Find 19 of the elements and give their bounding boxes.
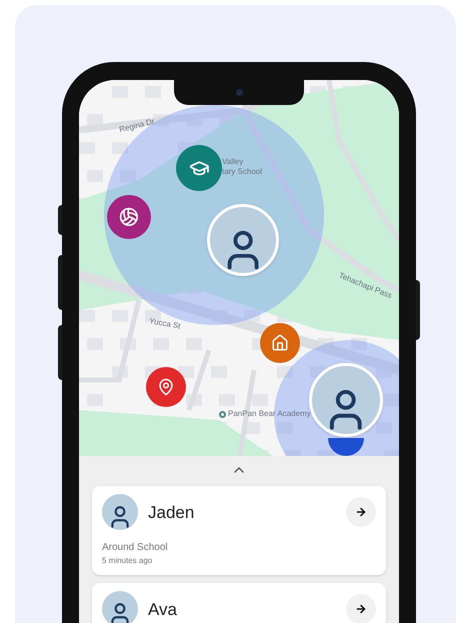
time-text: 5 minutes ago xyxy=(102,555,154,567)
location-text: Around School xyxy=(102,541,169,555)
arrow-right-icon xyxy=(355,603,367,615)
map-pin-icon xyxy=(157,378,175,396)
open-button[interactable] xyxy=(346,594,376,623)
person-name: Jaden xyxy=(148,504,196,520)
person-card[interactable]: Ava xyxy=(92,583,386,623)
street-label: Regina Dr xyxy=(118,116,156,136)
house-icon xyxy=(271,334,289,352)
place-label: PanPan Bear Academy xyxy=(228,408,311,420)
ball-icon xyxy=(119,207,139,227)
arrow-right-icon xyxy=(355,506,367,518)
camera-icon xyxy=(236,89,242,96)
person-name: Ava xyxy=(148,600,178,618)
person-card[interactable]: Jaden Around School 5 minutes ago xyxy=(92,486,386,575)
open-button[interactable] xyxy=(346,497,376,527)
street-label: Yucca St xyxy=(148,315,182,333)
place-label: tary School xyxy=(222,166,262,178)
place-label: Valley xyxy=(222,156,244,168)
